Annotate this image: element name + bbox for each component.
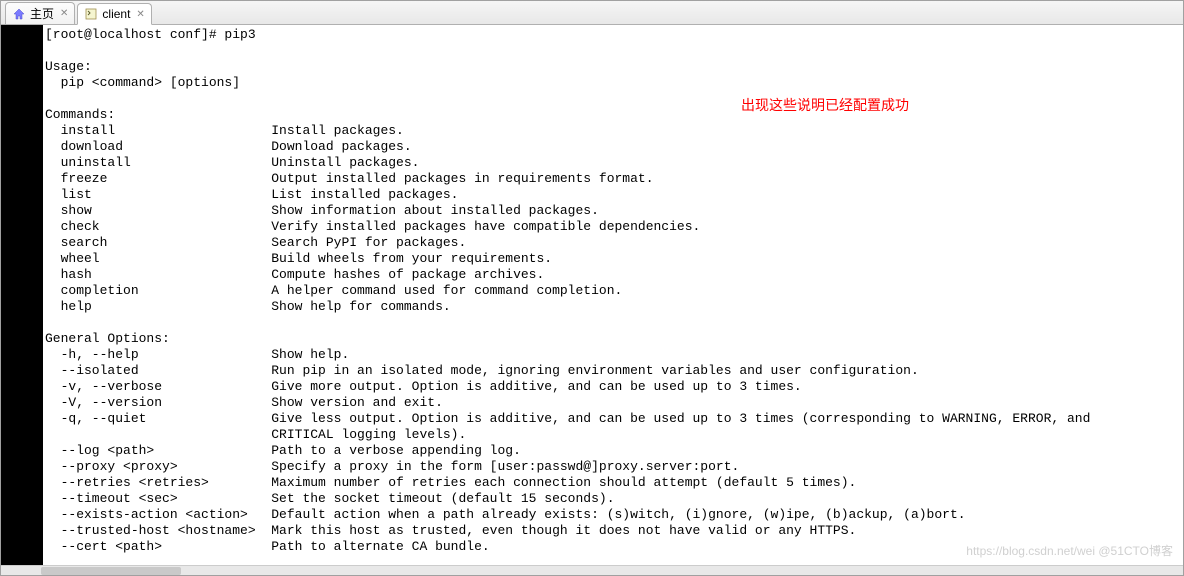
tab-home[interactable]: 主页 ✕	[5, 2, 75, 24]
home-icon	[12, 7, 26, 21]
shell-icon	[84, 7, 98, 21]
tab-label: client	[102, 7, 130, 21]
annotation-text: 出现这些说明已经配置成功	[741, 95, 909, 115]
left-gutter	[1, 25, 43, 565]
tab-client[interactable]: client ✕	[77, 3, 151, 25]
horizontal-scrollbar[interactable]	[1, 565, 1183, 575]
tab-label: 主页	[30, 5, 54, 22]
close-icon[interactable]: ✕	[60, 8, 68, 19]
close-icon[interactable]: ✕	[136, 9, 144, 20]
terminal-output[interactable]: [root@localhost conf]# pip3 Usage: pip <…	[43, 25, 1183, 565]
scrollbar-thumb[interactable]	[41, 567, 181, 575]
content-area: [root@localhost conf]# pip3 Usage: pip <…	[1, 25, 1183, 565]
editor-window: 主页 ✕ client ✕ [root@localhost conf]# pip…	[0, 0, 1184, 576]
tab-bar: 主页 ✕ client ✕	[1, 1, 1183, 25]
